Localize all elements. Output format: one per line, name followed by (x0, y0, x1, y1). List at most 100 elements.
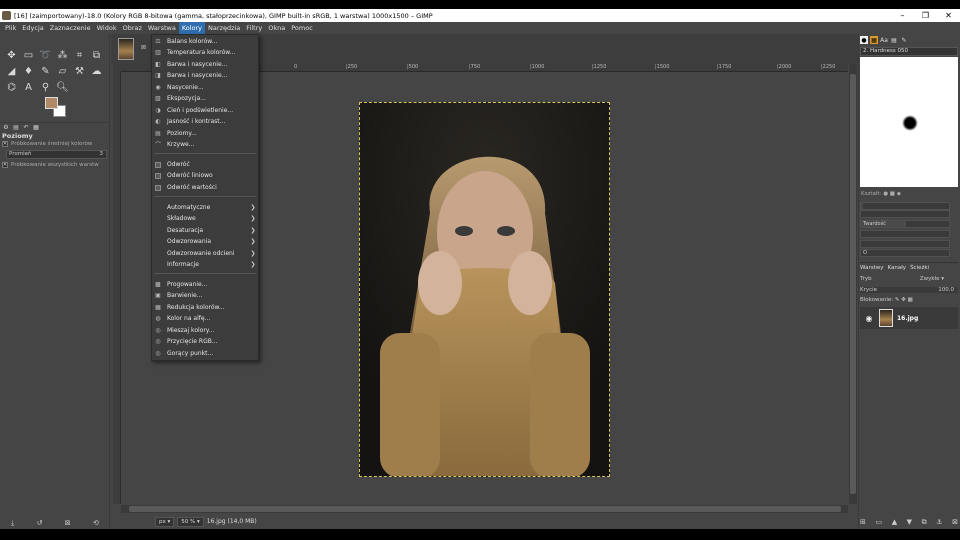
layer-mode-row[interactable]: Tryb Zwykłe ▾ (860, 276, 958, 282)
brush-icon[interactable]: ✎ (37, 63, 54, 79)
brushes-tab-icon[interactable]: ● (860, 36, 868, 44)
reset-options-icon[interactable]: ⟲ (93, 519, 99, 527)
maximize-button[interactable]: ❐ (914, 9, 937, 22)
menu-zaznaczenie[interactable]: Zaznaczenie (47, 22, 94, 34)
menu-item-curves[interactable]: ⌒ Krzywe... (152, 139, 258, 150)
menu-item-posterize[interactable]: ▦ Redukcja kolorów... (152, 302, 258, 313)
move-tool-icon[interactable]: ✥ (3, 47, 20, 63)
vertical-ruler[interactable] (113, 72, 121, 504)
rect-select-icon[interactable]: ▭ (20, 47, 37, 63)
menu-item-dither[interactable]: ◎ Mieszaj kolory... (152, 325, 258, 336)
menu-item-hot[interactable]: ◎ Gorący punkt... (152, 348, 258, 359)
brush-aspect-slider[interactable] (860, 230, 950, 238)
horizontal-scrollbar[interactable] (121, 505, 848, 513)
device-status-tab-icon[interactable]: ▤ (12, 124, 20, 132)
menu-item-components[interactable]: Składowe ❯ (152, 213, 258, 224)
close-button[interactable]: ✕ (937, 9, 960, 22)
anchor-layer-icon[interactable]: ⚓ (936, 518, 942, 528)
patterns-tab-icon[interactable]: ▦ (870, 36, 878, 44)
delete-options-icon[interactable]: ⊠ (65, 519, 71, 527)
brush-hardness-slider[interactable]: Twardość (860, 220, 950, 228)
menu-item-info[interactable]: Informacje ❯ (152, 259, 258, 270)
menu-narzedzia[interactable]: Narzędzia (205, 22, 243, 34)
layer-item[interactable]: ◉ 16.jpg (860, 307, 958, 329)
paint-icon[interactable]: ♦ (20, 63, 37, 79)
menu-item-color-to-alpha[interactable]: ◍ Kolor na alfę... (152, 313, 258, 324)
fg-bg-colors[interactable] (45, 97, 67, 119)
lower-layer-icon[interactable]: ▼ (907, 518, 912, 528)
transform-icon[interactable]: ⧉ (88, 47, 105, 63)
menu-filtry[interactable]: Filtry (243, 22, 265, 34)
raise-layer-icon[interactable]: ▲ (892, 518, 897, 528)
menu-pomoc[interactable]: Pomoc (288, 22, 316, 34)
menu-item-exposure[interactable]: ▧ Ekspozycja... (152, 93, 258, 104)
menu-item-colorize[interactable]: ▣ Barwienie... (152, 290, 258, 301)
menu-warstwa[interactable]: Warstwa (145, 22, 179, 34)
lock-position-icon[interactable]: ✥ (901, 297, 906, 303)
clone-icon[interactable]: ⚒ (71, 63, 88, 79)
menu-kolory[interactable]: Kolory (178, 22, 206, 34)
menu-edycja[interactable]: Edycja (19, 22, 46, 34)
menu-item-invert[interactable]: Odwróć (152, 159, 258, 170)
smudge-icon[interactable]: ☁ (88, 63, 105, 79)
brush-spacing-slider[interactable]: O (860, 249, 950, 257)
menu-item-brightness-contrast[interactable]: ◐ Jasność i kontrast... (152, 116, 258, 127)
duplicate-layer-icon[interactable]: ⧉ (922, 518, 927, 528)
menu-item-saturation[interactable]: ◉ Nasycenie... (152, 82, 258, 93)
eraser-icon[interactable]: ▱ (54, 63, 71, 79)
menu-item-desaturate[interactable]: Desaturacja ❯ (152, 225, 258, 236)
menu-item-shadows-highlights[interactable]: ◑ Cień i podświetlenie... (152, 105, 258, 116)
tool-options-tab-icon[interactable]: ⚙ (2, 124, 10, 132)
lock-pixels-icon[interactable]: ✎ (895, 297, 900, 303)
crop-icon[interactable]: ⌗ (71, 47, 88, 63)
fonts-tab-icon[interactable]: Aa (880, 36, 888, 44)
menu-item-hue-chroma[interactable]: ◧ Barwa i nasycenie... (152, 59, 258, 70)
horizontal-scroll-thumb[interactable] (129, 506, 841, 512)
opacity-value[interactable]: 100,0 (938, 287, 954, 293)
menu-item-threshold[interactable]: ▩ Progowanie... (152, 279, 258, 290)
menu-widok[interactable]: Widok (94, 22, 120, 34)
foreground-color-swatch[interactable] (45, 97, 58, 109)
image-tab-thumbnail[interactable] (118, 38, 134, 60)
tab-layers[interactable]: Warstwy (860, 265, 884, 271)
fuzzy-select-icon[interactable]: ⁂ (54, 47, 71, 63)
new-layer-icon[interactable]: ⊞ (860, 518, 866, 528)
vertical-scroll-thumb[interactable] (850, 74, 856, 494)
save-options-icon[interactable]: ⤓ (11, 519, 14, 528)
eye-icon[interactable]: ◉ (863, 314, 875, 323)
brush-angle-slider[interactable] (860, 240, 950, 248)
new-group-icon[interactable]: ▭ (875, 518, 882, 528)
menu-item-color-temperature[interactable]: ▥ Temperatura kolorów... (152, 47, 258, 58)
menu-item-levels[interactable]: ▤ Poziomy... (152, 128, 258, 139)
delete-layer-icon[interactable]: ⊠ (952, 518, 958, 528)
ruler-corner[interactable] (113, 64, 121, 72)
zoom-icon[interactable]: 🔍︎ (54, 79, 71, 95)
vertical-scrollbar[interactable] (849, 64, 857, 504)
sample-merged-option[interactable]: ✕ Próbkowanie wszystkich warstw (2, 162, 99, 168)
unit-select[interactable]: px ▾ (155, 516, 175, 527)
mode-value[interactable]: Zwykłe (920, 276, 940, 282)
menu-item-color-balance[interactable]: ⚖ Balans kolorów... (152, 36, 258, 47)
tab-channels[interactable]: Kanały (888, 265, 907, 271)
undo-history-tab-icon[interactable]: ↶ (22, 124, 30, 132)
zoom-select[interactable]: 50 % ▾ (177, 516, 204, 527)
brush-spikes-slider[interactable] (860, 210, 950, 218)
document-history-tab-icon[interactable]: ▤ (890, 36, 898, 44)
menu-item-linear-invert[interactable]: Odwróć liniowo (152, 170, 258, 181)
menu-item-tone-mapping[interactable]: Odwzorowanie odcieni ❯ (152, 248, 258, 259)
text-tool-icon[interactable]: A (20, 79, 37, 95)
image-canvas[interactable] (359, 102, 610, 477)
bucket-fill-icon[interactable]: ◢ (3, 63, 20, 79)
menu-item-hue-saturation[interactable]: ◨ Barwa i nasycenie... (152, 70, 258, 81)
menu-item-value-invert[interactable]: Odwróć wartości (152, 182, 258, 193)
brush-name-field[interactable]: 2. Hardness 050 (860, 47, 958, 56)
brush-radius-slider[interactable] (860, 202, 950, 210)
lasso-icon[interactable]: ➰ (37, 47, 54, 63)
brush-editor-tab-icon[interactable]: ✎ (900, 36, 908, 44)
paths-icon[interactable]: ⌬ (3, 79, 20, 95)
color-picker-icon[interactable]: ⚲ (37, 79, 54, 95)
images-tab-icon[interactable]: ▦ (32, 124, 40, 132)
menu-item-rgb-clip[interactable]: ◎ Przycięcie RGB... (152, 336, 258, 347)
tab-paths[interactable]: Ścieżki (910, 265, 929, 271)
menu-item-auto[interactable]: Automatyczne ❯ (152, 202, 258, 213)
